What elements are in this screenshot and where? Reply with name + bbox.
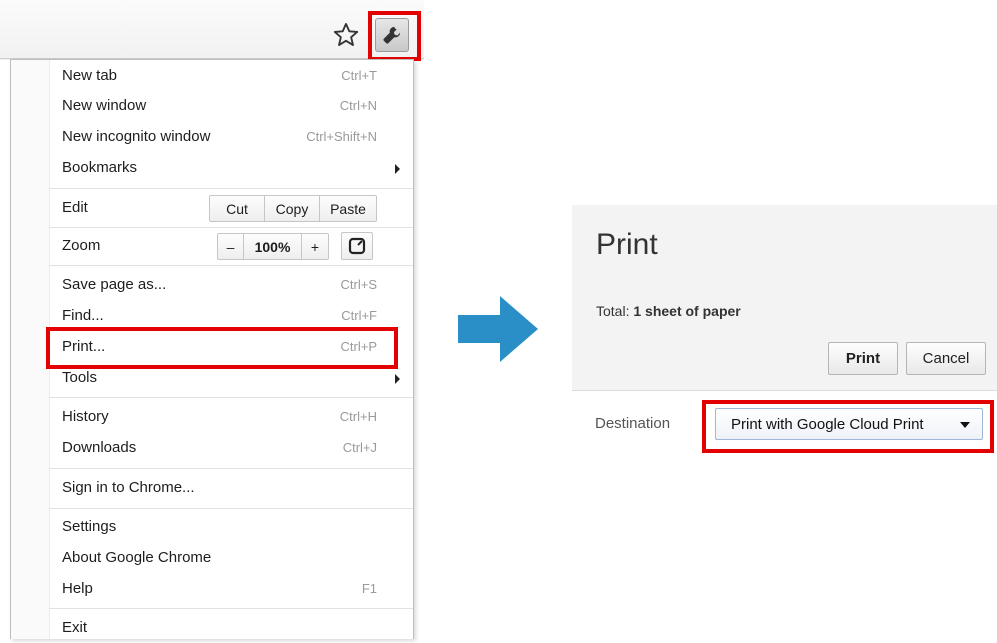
menu-separator [49, 397, 413, 398]
zoom-in-button[interactable]: + [302, 234, 328, 259]
menu-item-save-page-as[interactable]: Save page as... Ctrl+S [11, 270, 413, 300]
star-icon[interactable] [332, 21, 360, 49]
zoom-out-button[interactable]: – [218, 234, 244, 259]
menu-item-label: Downloads [62, 439, 137, 456]
menu-item-new-window[interactable]: New window Ctrl+N [11, 91, 413, 121]
copy-button[interactable]: Copy [265, 196, 320, 221]
cut-button[interactable]: Cut [210, 196, 265, 221]
menu-separator [49, 188, 413, 189]
zoom-control-group: – 100% + [217, 233, 329, 260]
submenu-arrow-icon [395, 374, 400, 384]
menu-item-shortcut: Ctrl+N [339, 98, 377, 113]
menu-item-label: New incognito window [62, 128, 211, 145]
menu-separator [49, 227, 413, 228]
arrow-right-icon [458, 296, 538, 362]
menu-item-settings[interactable]: Settings [11, 512, 413, 542]
menu-item-about[interactable]: About Google Chrome [11, 543, 413, 573]
menu-item-label: Help [62, 580, 93, 597]
menu-item-shortcut: Ctrl+S [340, 277, 377, 292]
zoom-level: 100% [244, 234, 302, 259]
menu-item-new-tab[interactable]: New tab Ctrl+T [11, 61, 413, 91]
total-value: 1 sheet of paper [633, 303, 741, 319]
menu-item-shortcut: Ctrl+Shift+N [306, 129, 377, 144]
menu-item-label: Tools [62, 369, 98, 386]
menu-item-help[interactable]: Help F1 [11, 574, 413, 604]
menu-item-history[interactable]: History Ctrl+H [11, 402, 413, 432]
menu-item-downloads[interactable]: Downloads Ctrl+J [11, 433, 413, 463]
edit-button-group: Cut Copy Paste [209, 195, 377, 222]
menu-item-label: Sign in to Chrome... [62, 479, 195, 496]
cancel-button[interactable]: Cancel [906, 342, 986, 375]
paste-button[interactable]: Paste [320, 196, 376, 221]
menu-separator [49, 468, 413, 469]
menu-item-label: Print... [62, 338, 106, 355]
print-total: Total: 1 sheet of paper [596, 303, 741, 319]
browser-toolbar [0, 0, 424, 60]
menu-item-label: Bookmarks [62, 159, 138, 176]
menu-item-find[interactable]: Find... Ctrl+F [11, 301, 413, 331]
menu-item-shortcut: F1 [361, 581, 377, 596]
menu-item-zoom: Zoom – 100% + [11, 231, 413, 261]
menu-item-new-incognito-window[interactable]: New incognito window Ctrl+Shift+N [11, 122, 413, 152]
menu-item-label: Find... [62, 307, 104, 324]
menu-item-shortcut: Ctrl+P [340, 339, 377, 354]
menu-item-sign-in[interactable]: Sign in to Chrome... [11, 473, 413, 503]
submenu-arrow-icon [395, 164, 400, 174]
menu-separator [49, 265, 413, 266]
menu-item-shortcut: Ctrl+T [341, 68, 377, 83]
print-button[interactable]: Print [828, 342, 898, 375]
destination-value: Print with Google Cloud Print [731, 416, 924, 433]
menu-item-tools[interactable]: Tools [11, 363, 413, 393]
chevron-down-icon [960, 422, 970, 428]
menu-item-bookmarks[interactable]: Bookmarks [11, 153, 413, 183]
menu-item-label: Zoom [62, 237, 101, 254]
menu-item-label: Exit [62, 619, 88, 636]
menu-separator [49, 508, 413, 509]
menu-item-label: New window [62, 97, 147, 114]
menu-item-shortcut: Ctrl+F [341, 308, 377, 323]
menu-item-shortcut: Ctrl+J [342, 440, 377, 455]
total-label: Total: [596, 303, 630, 319]
menu-item-shortcut: Ctrl+H [339, 409, 377, 424]
fullscreen-button[interactable] [341, 232, 373, 260]
menu-item-label: History [62, 408, 109, 425]
print-title: Print [596, 228, 658, 261]
print-preview-panel: Print Total: 1 sheet of paper Print Canc… [572, 205, 997, 390]
menu-item-label: Edit [62, 199, 88, 216]
destination-label: Destination [595, 415, 671, 432]
menu-item-label: About Google Chrome [62, 549, 212, 566]
wrench-menu-button[interactable] [375, 18, 409, 52]
menu-item-label: Save page as... [62, 276, 167, 293]
menu-item-print[interactable]: Print... Ctrl+P [11, 332, 413, 362]
destination-select[interactable]: Print with Google Cloud Print [715, 408, 983, 440]
wrench-icon [383, 26, 401, 44]
menu-item-label: New tab [62, 67, 118, 84]
menu-separator [49, 608, 413, 609]
chrome-main-menu: New tab Ctrl+T New window Ctrl+N New inc… [10, 59, 414, 639]
menu-item-label: Settings [62, 518, 117, 535]
destination-row: Destination Print with Google Cloud Prin… [572, 391, 997, 455]
menu-item-edit: Edit Cut Copy Paste [11, 193, 413, 223]
fullscreen-icon [348, 237, 366, 255]
